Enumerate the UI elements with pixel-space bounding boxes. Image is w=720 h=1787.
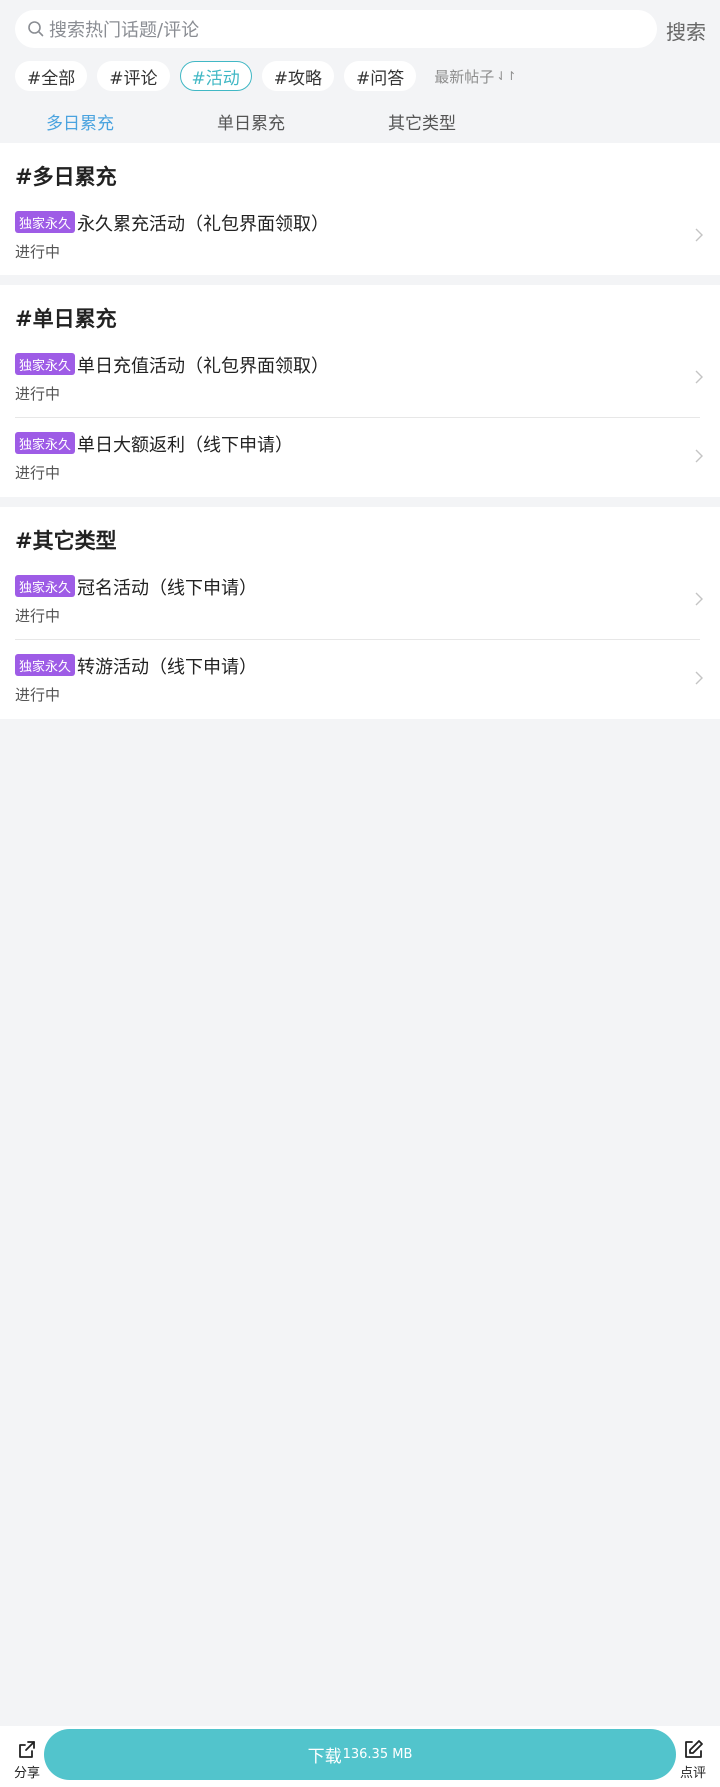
item-title: 转游活动（线下申请） xyxy=(77,657,257,678)
topic-tags: #全部 #评论 #活动 #攻略 #问答 最新帖子 ⇃↾ xyxy=(15,60,516,92)
tag-guides[interactable]: #攻略 xyxy=(261,61,334,91)
review-button[interactable]: 点评 xyxy=(673,1738,713,1781)
list-item[interactable]: 独家永久 冠名活动（线下申请） 进行中 xyxy=(0,569,720,647)
section-title: #多日累充 xyxy=(15,165,117,189)
section-single-day-recharge: #单日累充 独家永久 单日充值活动（礼包界面领取） 进行中 独家永久 单日大额返… xyxy=(0,285,720,497)
download-button[interactable]: 下载 136.35 MB xyxy=(44,1729,676,1780)
download-label: 下载 xyxy=(307,1747,342,1767)
chevron-right-icon xyxy=(695,370,703,384)
item-status: 进行中 xyxy=(15,385,61,403)
item-title: 冠名活动（线下申请） xyxy=(77,578,257,599)
share-button[interactable]: 分享 xyxy=(7,1738,47,1781)
divider xyxy=(15,417,700,418)
exclusive-badge: 独家永久 xyxy=(15,432,76,454)
section-multi-day-recharge: #多日累充 独家永久 永久累充活动（礼包界面领取） 进行中 xyxy=(0,143,720,275)
item-title: 单日充值活动（礼包界面领取） xyxy=(77,356,329,377)
activity-page: 搜索热门话题/评论 搜索 #全部 #评论 #活动 #攻略 #问答 最新帖子 ⇃↾… xyxy=(0,0,720,1787)
sort-label: 最新帖子 xyxy=(434,67,495,86)
item-status: 进行中 xyxy=(15,607,61,625)
item-status: 进行中 xyxy=(15,243,61,261)
search-placeholder: 搜索热门话题/评论 xyxy=(49,20,200,41)
search-input[interactable]: 搜索热门话题/评论 xyxy=(15,10,657,48)
section-other-types: #其它类型 独家永久 冠名活动（线下申请） 进行中 独家永久 转游活动（线下申请… xyxy=(0,507,720,719)
exclusive-badge: 独家永久 xyxy=(15,211,76,233)
divider xyxy=(15,639,700,640)
tab-multi-day-recharge[interactable]: 多日累充 xyxy=(46,109,114,134)
search-icon xyxy=(27,20,45,38)
search-button[interactable]: 搜索 xyxy=(666,16,706,45)
sort-arrows-icon: ⇃↾ xyxy=(496,69,517,83)
share-label: 分享 xyxy=(13,1766,40,1781)
chevron-right-icon xyxy=(695,671,703,685)
exclusive-badge: 独家永久 xyxy=(15,575,76,597)
category-tabs: 多日累充 单日累充 其它类型 xyxy=(0,105,720,141)
tag-all[interactable]: #全部 xyxy=(15,61,88,91)
chevron-right-icon xyxy=(695,228,703,242)
bottom-action-bar: 分享 下载 136.35 MB 点评 xyxy=(0,1726,720,1787)
sort-latest-posts[interactable]: 最新帖子 ⇃↾ xyxy=(434,66,516,87)
exclusive-badge: 独家永久 xyxy=(15,654,76,676)
tag-qa[interactable]: #问答 xyxy=(344,61,417,91)
list-item[interactable]: 独家永久 单日大额返利（线下申请） 进行中 xyxy=(0,426,720,504)
edit-review-icon xyxy=(685,1740,703,1758)
search-row: 搜索热门话题/评论 搜索 xyxy=(0,0,720,58)
chevron-right-icon xyxy=(695,592,703,606)
list-item[interactable]: 独家永久 永久累充活动（礼包界面领取） 进行中 xyxy=(0,205,720,283)
item-title: 永久累充活动（礼包界面领取） xyxy=(77,214,329,235)
tag-activities[interactable]: #活动 xyxy=(179,61,252,91)
section-title: #其它类型 xyxy=(15,529,117,553)
item-status: 进行中 xyxy=(15,464,61,482)
exclusive-badge: 独家永久 xyxy=(15,353,76,375)
tag-comments[interactable]: #评论 xyxy=(97,61,170,91)
review-label: 点评 xyxy=(679,1766,706,1781)
tab-other-types[interactable]: 其它类型 xyxy=(388,109,456,134)
item-title: 单日大额返利（线下申请） xyxy=(77,435,293,456)
list-item[interactable]: 独家永久 转游活动（线下申请） 进行中 xyxy=(0,648,720,726)
share-icon xyxy=(19,1741,35,1758)
download-size: 136.35 MB xyxy=(342,1747,413,1762)
tab-single-day-recharge[interactable]: 单日累充 xyxy=(217,109,285,134)
item-status: 进行中 xyxy=(15,686,61,704)
section-title: #单日累充 xyxy=(15,307,117,331)
chevron-right-icon xyxy=(695,449,703,463)
list-item[interactable]: 独家永久 单日充值活动（礼包界面领取） 进行中 xyxy=(0,347,720,425)
